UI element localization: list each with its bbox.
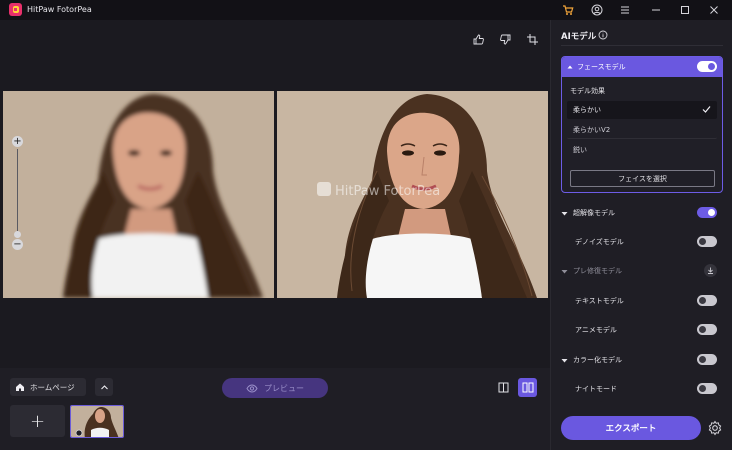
collapse-button[interactable] [95, 378, 113, 396]
thumbs-down-icon[interactable] [498, 32, 512, 46]
caret-down-icon [561, 358, 568, 362]
model-row-night-mode[interactable]: ナイトモード [561, 381, 723, 397]
denoise-toggle[interactable] [697, 236, 717, 247]
caret-down-icon [561, 211, 568, 215]
effect-option-label: 柔らかいV2 [573, 125, 611, 134]
info-icon[interactable] [598, 30, 608, 40]
preview-button[interactable]: プレビュー [222, 378, 328, 398]
app-title: HitPaw FotorPea [27, 5, 92, 14]
zoom-slider-track[interactable] [17, 149, 18, 231]
home-button-label: ホームページ [30, 382, 75, 392]
gear-icon[interactable] [707, 420, 723, 436]
minimize-icon[interactable] [648, 2, 664, 18]
model-effect-title: モデル効果 [570, 87, 605, 95]
effect-option-label: 柔らかい [573, 106, 601, 114]
side-by-side-icon [522, 382, 533, 393]
effect-option-soft-v2[interactable]: 柔らかいV2 [567, 121, 717, 139]
panel-divider [561, 45, 723, 46]
caret-down-icon [561, 269, 568, 273]
zoom-out-button[interactable]: − [12, 239, 23, 250]
split-view-icon [498, 382, 509, 393]
model-label: 超解像モデル [573, 209, 615, 217]
crop-icon[interactable] [525, 32, 539, 46]
model-row-super-resolution[interactable]: 超解像モデル [561, 205, 723, 221]
text-model-toggle[interactable] [697, 295, 717, 306]
anime-model-toggle[interactable] [697, 324, 717, 335]
face-model-toggle[interactable] [697, 61, 717, 72]
maximize-icon[interactable] [677, 2, 693, 18]
enhanced-photo: HitPaw FotorPea [277, 91, 548, 298]
model-row-colorize[interactable]: カラー化モデル [561, 352, 723, 368]
home-button[interactable]: ホームページ [10, 378, 86, 396]
face-model-header[interactable]: フェースモデル [562, 57, 722, 77]
chevron-up-icon [100, 384, 108, 389]
effect-option-soft[interactable]: 柔らかい [567, 101, 717, 119]
download-model-button[interactable] [704, 264, 717, 277]
canvas-area: HitPaw FotorPea + − [0, 20, 550, 368]
watermark-text: HitPaw FotorPea [335, 184, 440, 199]
face-model-label: フェースモデル [577, 63, 626, 71]
zoom-in-button[interactable]: + [12, 136, 23, 147]
preview-button-label: プレビュー [264, 383, 304, 393]
select-face-button[interactable]: フェイスを選択 [570, 170, 715, 187]
home-icon [16, 383, 24, 391]
model-label: デノイズモデル [575, 238, 624, 246]
thumbs-up-icon[interactable] [471, 32, 485, 46]
model-label: カラー化モデル [573, 356, 622, 364]
account-icon[interactable] [589, 2, 605, 18]
check-icon [702, 106, 711, 113]
download-icon [708, 267, 713, 274]
model-row-denoise[interactable]: デノイズモデル [561, 234, 723, 250]
effect-option-sharp[interactable]: 鋭い [567, 141, 717, 159]
model-label: ナイトモード [575, 385, 617, 393]
face-model-card: フェースモデル モデル効果 柔らかい 柔らかいV2 鋭い フェイスを選択 [561, 56, 723, 193]
title-bar: HitPaw FotorPea [0, 0, 732, 20]
original-photo [3, 91, 274, 298]
model-row-text[interactable]: テキストモデル [561, 293, 723, 309]
add-image-button[interactable]: + [10, 405, 65, 437]
watermark-logo [317, 182, 331, 196]
caret-up-icon [567, 65, 573, 69]
model-label: プレ修復モデル [573, 267, 622, 275]
cart-icon[interactable] [560, 2, 576, 18]
model-label: テキストモデル [575, 297, 624, 305]
close-icon[interactable] [706, 2, 722, 18]
effect-option-label: 鋭い [573, 146, 587, 154]
model-row-pre-repair[interactable]: プレ修復モデル [561, 263, 723, 279]
zoom-slider-handle[interactable] [14, 231, 21, 238]
ai-model-panel: AIモデル フェースモデル モデル効果 柔らかい 柔らかいV2 鋭い フェイスを… [550, 20, 732, 450]
export-button[interactable]: エクスポート [561, 416, 701, 440]
super-resolution-toggle[interactable] [697, 207, 717, 218]
colorize-model-toggle[interactable] [697, 354, 717, 365]
menu-icon[interactable] [617, 2, 633, 18]
split-view-button[interactable] [494, 378, 513, 397]
panel-title: AIモデル [561, 32, 597, 42]
app-logo-icon [9, 3, 22, 16]
image-thumbnail[interactable] [70, 405, 124, 438]
bottom-bar: ホームページ プレビュー + [0, 368, 550, 450]
night-mode-toggle[interactable] [697, 383, 717, 394]
eye-icon [246, 383, 258, 393]
model-row-anime[interactable]: アニメモデル [561, 322, 723, 338]
side-by-side-view-button[interactable] [518, 378, 537, 397]
model-label: アニメモデル [575, 326, 617, 334]
